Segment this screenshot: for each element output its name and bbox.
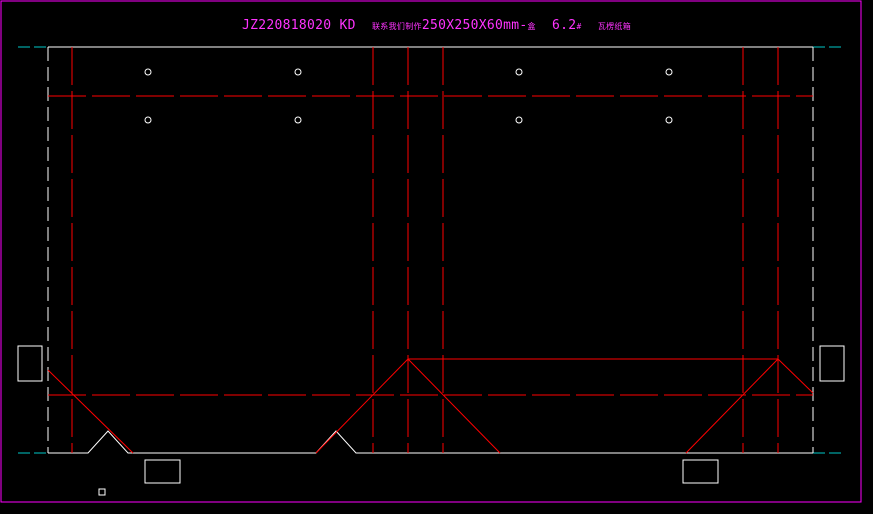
dieline-canvas — [0, 0, 862, 503]
hole — [144, 116, 152, 124]
hole — [294, 116, 302, 124]
thickness-suffix: # — [576, 22, 582, 31]
thickness: 6.2 — [552, 18, 577, 33]
hole — [294, 68, 302, 76]
material-note: 瓦楞纸箱 — [597, 22, 632, 31]
fold-lines — [47, 47, 814, 454]
hole — [665, 68, 673, 76]
hole — [665, 116, 673, 124]
description-cjk: 联系我们制作 — [372, 22, 422, 31]
drawing-frame — [0, 0, 862, 503]
hole — [515, 68, 523, 76]
box-size: 250X250X60mm- — [421, 18, 528, 33]
size-suffix: 盒 — [527, 22, 536, 31]
hole — [515, 116, 523, 124]
drawing-title: JZ220818020 KD 联系我们制作250X250X60mm-盒 6.2#… — [0, 18, 873, 33]
hole — [144, 68, 152, 76]
job-code: JZ220818020 KD — [241, 18, 356, 33]
cut-lines — [17, 46, 845, 496]
guide-ticks — [18, 46, 845, 454]
